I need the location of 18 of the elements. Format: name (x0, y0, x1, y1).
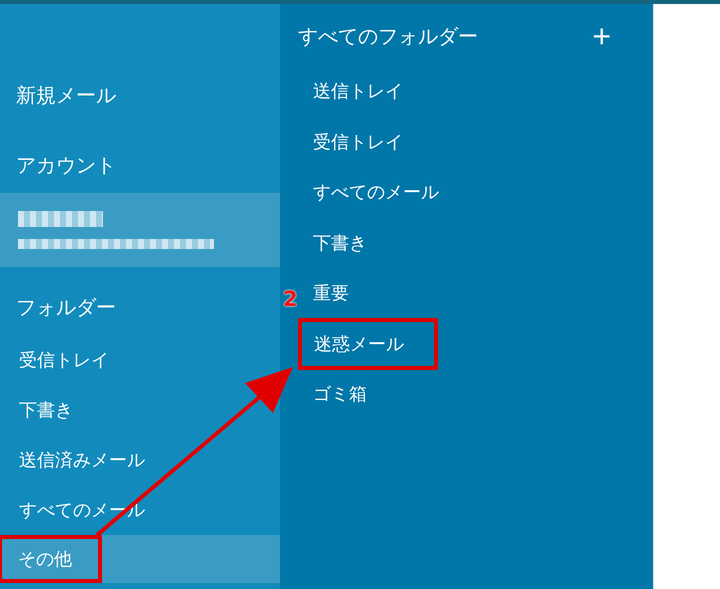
add-folder-button[interactable]: + (588, 20, 615, 52)
folder-item[interactable]: その他 (0, 535, 280, 583)
folder-item[interactable]: 送信済みメール (0, 435, 280, 485)
folder-item[interactable]: 受信トレイ (0, 335, 280, 385)
accounts-heading: アカウント (15, 152, 117, 178)
folder-item[interactable]: 下書き (0, 385, 280, 435)
account-item[interactable] (0, 193, 280, 267)
folder-item[interactable]: 受信トレイ (313, 130, 403, 154)
step-number: 2 (283, 287, 298, 311)
folder-item[interactable]: ゴミ箱 (313, 382, 367, 406)
folder-item[interactable]: 送信トレイ (313, 79, 403, 104)
new-mail-link[interactable]: 新規メール (0, 70, 280, 120)
folder-item[interactable]: 下書き (313, 230, 367, 255)
all-folders-title: すべてのフォルダー (298, 22, 478, 50)
folder-item[interactable]: すべてのメール (313, 180, 439, 204)
folders-heading: フォルダー (15, 294, 117, 320)
folder-item[interactable]: 迷惑メール (298, 318, 438, 370)
folder-item[interactable]: 重要 (313, 281, 349, 306)
